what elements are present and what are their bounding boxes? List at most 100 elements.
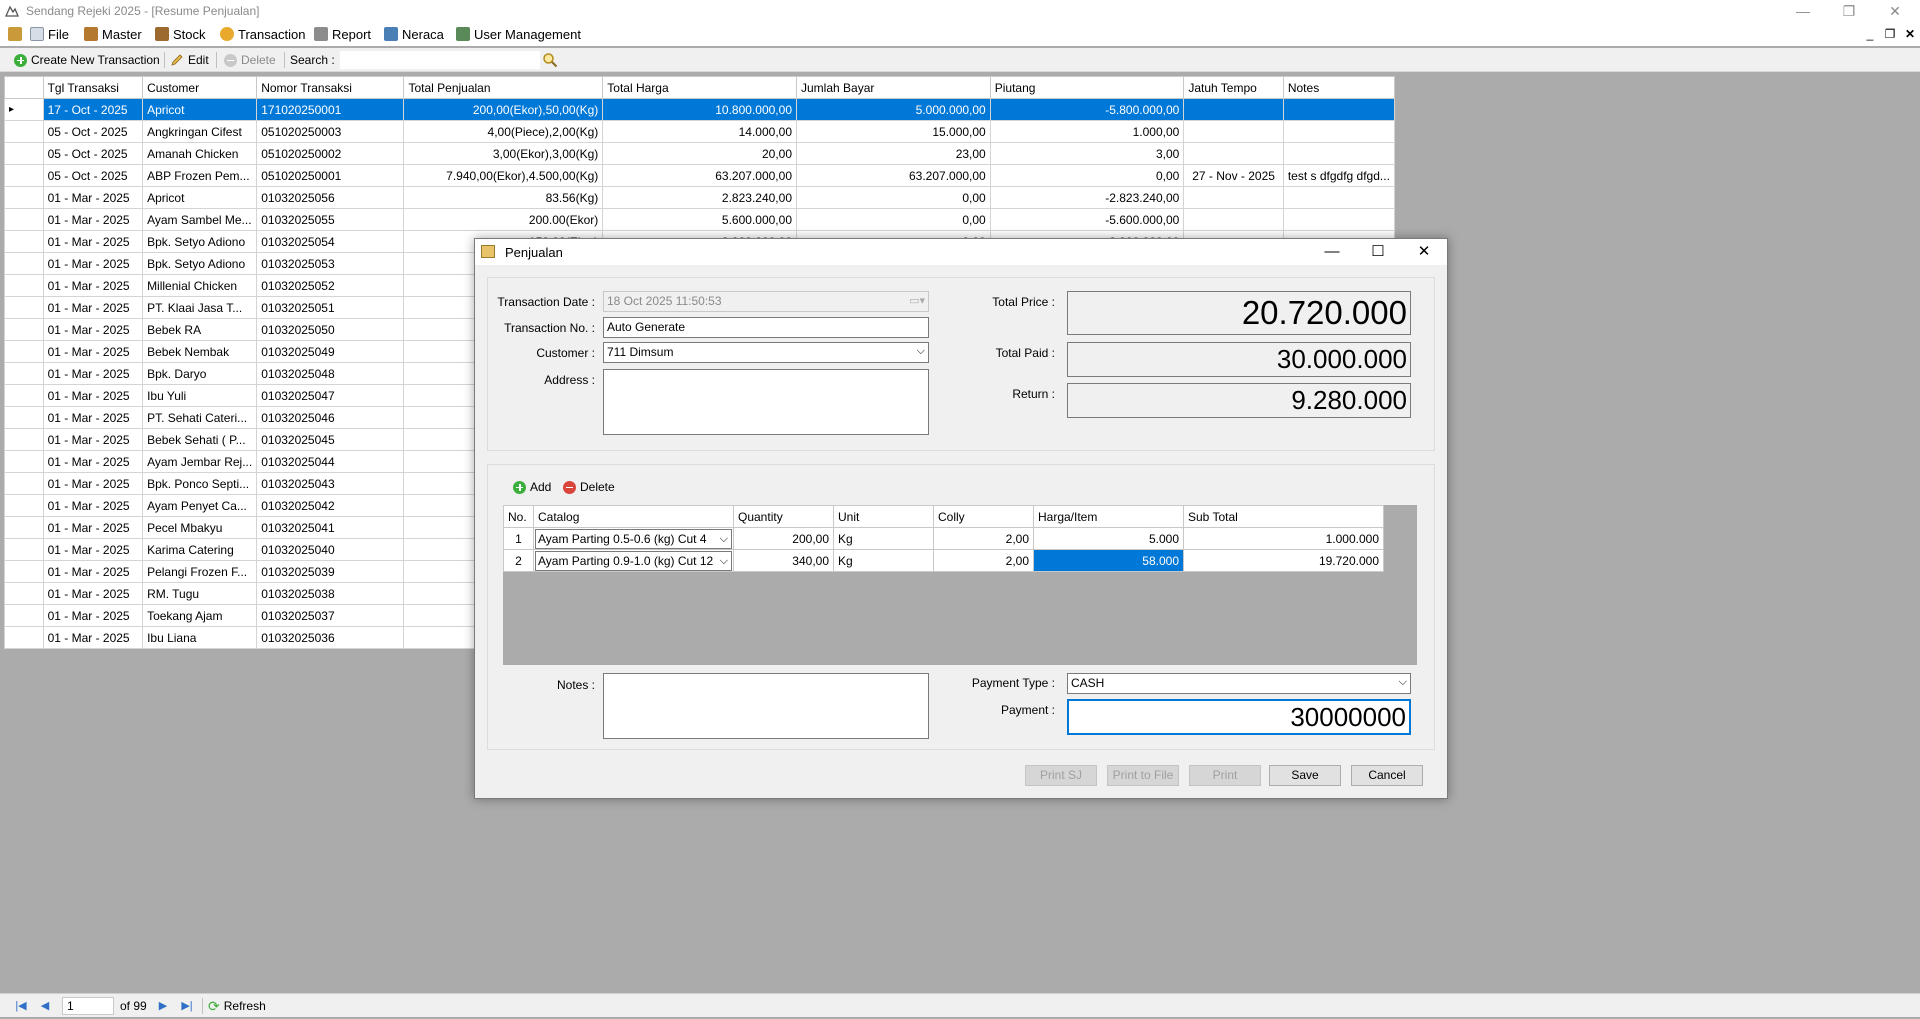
table-cell[interactable]: Apricot [142, 186, 258, 209]
mdi-restore-button[interactable]: ❐ [1882, 26, 1898, 42]
table-cell[interactable]: 171020250001 [256, 98, 405, 121]
column-header[interactable]: Piutang [989, 76, 1185, 99]
table-cell[interactable]: 01 - Mar - 2025 [42, 626, 144, 649]
table-cell[interactable]: 01 - Mar - 2025 [42, 340, 144, 363]
table-cell[interactable]: 01 - Mar - 2025 [42, 560, 144, 583]
transaction-date-picker[interactable]: 18 Oct 2025 11:50:53 ▭▾ [603, 291, 929, 312]
row-header[interactable] [4, 406, 44, 429]
table-cell[interactable] [1183, 142, 1284, 165]
detail-cell-colly[interactable]: 2,00 [933, 527, 1034, 550]
table-cell[interactable]: 01032025045 [256, 428, 405, 451]
table-cell[interactable]: 63.207.000,00 [602, 164, 797, 187]
table-cell[interactable]: Bpk. Daryo [142, 362, 258, 385]
mdi-minimize-button[interactable]: _ [1862, 26, 1878, 42]
detail-cell-quantity[interactable]: 340,00 [733, 549, 834, 572]
table-cell[interactable]: 05 - Oct - 2025 [42, 120, 144, 143]
table-cell[interactable]: 63.207.000,00 [796, 164, 991, 187]
menu-transaction[interactable]: Transaction [220, 25, 305, 43]
menu-report[interactable]: Report [314, 25, 371, 43]
page-number-input[interactable]: 1 [62, 997, 114, 1015]
table-cell[interactable]: 05 - Oct - 2025 [42, 164, 144, 187]
table-cell[interactable]: 01032025046 [256, 406, 405, 429]
table-cell[interactable]: 01 - Mar - 2025 [42, 274, 144, 297]
dialog-maximize-button[interactable]: ☐ [1355, 239, 1401, 265]
table-cell[interactable] [1282, 98, 1396, 121]
detail-column-header[interactable]: Harga/Item [1033, 505, 1184, 528]
table-cell[interactable]: test s dfgdfg dfgd... [1282, 164, 1396, 187]
table-cell[interactable]: 01032025036 [256, 626, 405, 649]
table-cell[interactable]: Ayam Jembar Rej... [142, 450, 258, 473]
table-cell[interactable]: 01032025040 [256, 538, 405, 561]
table-cell[interactable]: Ayam Penyet Ca... [142, 494, 258, 517]
table-cell[interactable]: 01 - Mar - 2025 [42, 516, 144, 539]
table-row[interactable]: ▸ 17 - Oct - 2025 Apricot 171020250001 200,0… [4, 98, 1396, 121]
row-header[interactable] [4, 296, 44, 319]
row-header[interactable] [4, 164, 44, 187]
menu-file[interactable]: File [30, 25, 69, 43]
table-cell[interactable]: 01032025050 [256, 318, 405, 341]
payment-type-select[interactable]: CASH ⌵ [1067, 673, 1411, 694]
table-cell[interactable]: Apricot [142, 98, 258, 121]
detail-cell-quantity[interactable]: 200,00 [733, 527, 834, 550]
table-cell[interactable]: 10.800.000,00 [602, 98, 797, 121]
table-cell[interactable]: -5.800.000,00 [989, 98, 1185, 121]
print-to-file-button[interactable]: Print to File [1107, 765, 1179, 786]
delete-button[interactable]: Delete [224, 51, 276, 69]
table-cell[interactable]: 83.56(Kg) [403, 186, 604, 209]
table-cell[interactable]: 0,00 [989, 164, 1185, 187]
detail-column-header[interactable]: No. [503, 505, 534, 528]
table-cell[interactable]: 01 - Mar - 2025 [42, 208, 144, 231]
table-cell[interactable] [1282, 120, 1396, 143]
table-cell[interactable]: Ibu Liana [142, 626, 258, 649]
table-row[interactable]: 01 - Mar - 2025 Ayam Sambel Me... 01032025… [4, 208, 1396, 231]
mdi-close-button[interactable]: ✕ [1902, 26, 1918, 42]
table-cell[interactable]: 01032025051 [256, 296, 405, 319]
table-cell[interactable]: 0,00 [796, 208, 991, 231]
table-cell[interactable]: 01 - Mar - 2025 [42, 450, 144, 473]
mdi-system-icon[interactable] [8, 27, 22, 41]
table-cell[interactable]: 01032025037 [256, 604, 405, 627]
row-header[interactable] [4, 560, 44, 583]
save-button[interactable]: Save [1269, 765, 1341, 786]
table-cell[interactable] [1183, 208, 1284, 231]
table-cell[interactable]: 051020250002 [256, 142, 405, 165]
table-cell[interactable] [1183, 98, 1284, 121]
table-row[interactable]: 05 - Oct - 2025 ABP Frozen Pem... 05102025… [4, 164, 1396, 187]
row-header[interactable] [4, 274, 44, 297]
column-header[interactable]: Tgl Transaksi [42, 76, 144, 99]
table-cell[interactable]: Bebek Sehati ( P... [142, 428, 258, 451]
row-header[interactable] [4, 230, 44, 253]
column-header[interactable]: Nomor Transaksi [256, 76, 405, 99]
menu-master[interactable]: Master [84, 25, 142, 43]
table-cell[interactable] [1282, 208, 1396, 231]
table-cell[interactable]: 01 - Mar - 2025 [42, 582, 144, 605]
search-icon[interactable] [542, 52, 558, 68]
table-cell[interactable]: Ibu Yuli [142, 384, 258, 407]
row-header[interactable] [4, 494, 44, 517]
menu-neraca[interactable]: Neraca [384, 25, 444, 43]
table-cell[interactable]: 01 - Mar - 2025 [42, 318, 144, 341]
minimize-button[interactable]: — [1780, 0, 1826, 22]
table-cell[interactable] [1183, 186, 1284, 209]
table-cell[interactable]: 01032025041 [256, 516, 405, 539]
table-cell[interactable]: Ayam Sambel Me... [142, 208, 258, 231]
row-header[interactable] [4, 582, 44, 605]
add-item-button[interactable]: Add [513, 478, 551, 496]
row-header[interactable] [4, 604, 44, 627]
table-row[interactable]: 01 - Mar - 2025 Apricot 01032025056 83.56(K… [4, 186, 1396, 209]
table-row[interactable]: 05 - Oct - 2025 Angkringan Cifest 05102025… [4, 120, 1396, 143]
table-cell[interactable]: Millenial Chicken [142, 274, 258, 297]
table-cell[interactable]: -5.600.000,00 [989, 208, 1185, 231]
row-header[interactable] [4, 384, 44, 407]
table-cell[interactable]: 200,00(Ekor),50,00(Kg) [403, 98, 604, 121]
table-cell[interactable]: 1.000,00 [989, 120, 1185, 143]
payment-input[interactable]: 30000000 [1067, 699, 1411, 735]
row-header[interactable] [4, 626, 44, 649]
table-cell[interactable]: 01032025047 [256, 384, 405, 407]
detail-cell-unit[interactable]: Kg [833, 527, 934, 550]
prev-page-icon[interactable]: ◀ [38, 999, 52, 1013]
detail-cell-unit[interactable]: Kg [833, 549, 934, 572]
table-cell[interactable]: 0,00 [796, 186, 991, 209]
table-cell[interactable]: Pelangi Frozen F... [142, 560, 258, 583]
table-cell[interactable]: 01032025052 [256, 274, 405, 297]
